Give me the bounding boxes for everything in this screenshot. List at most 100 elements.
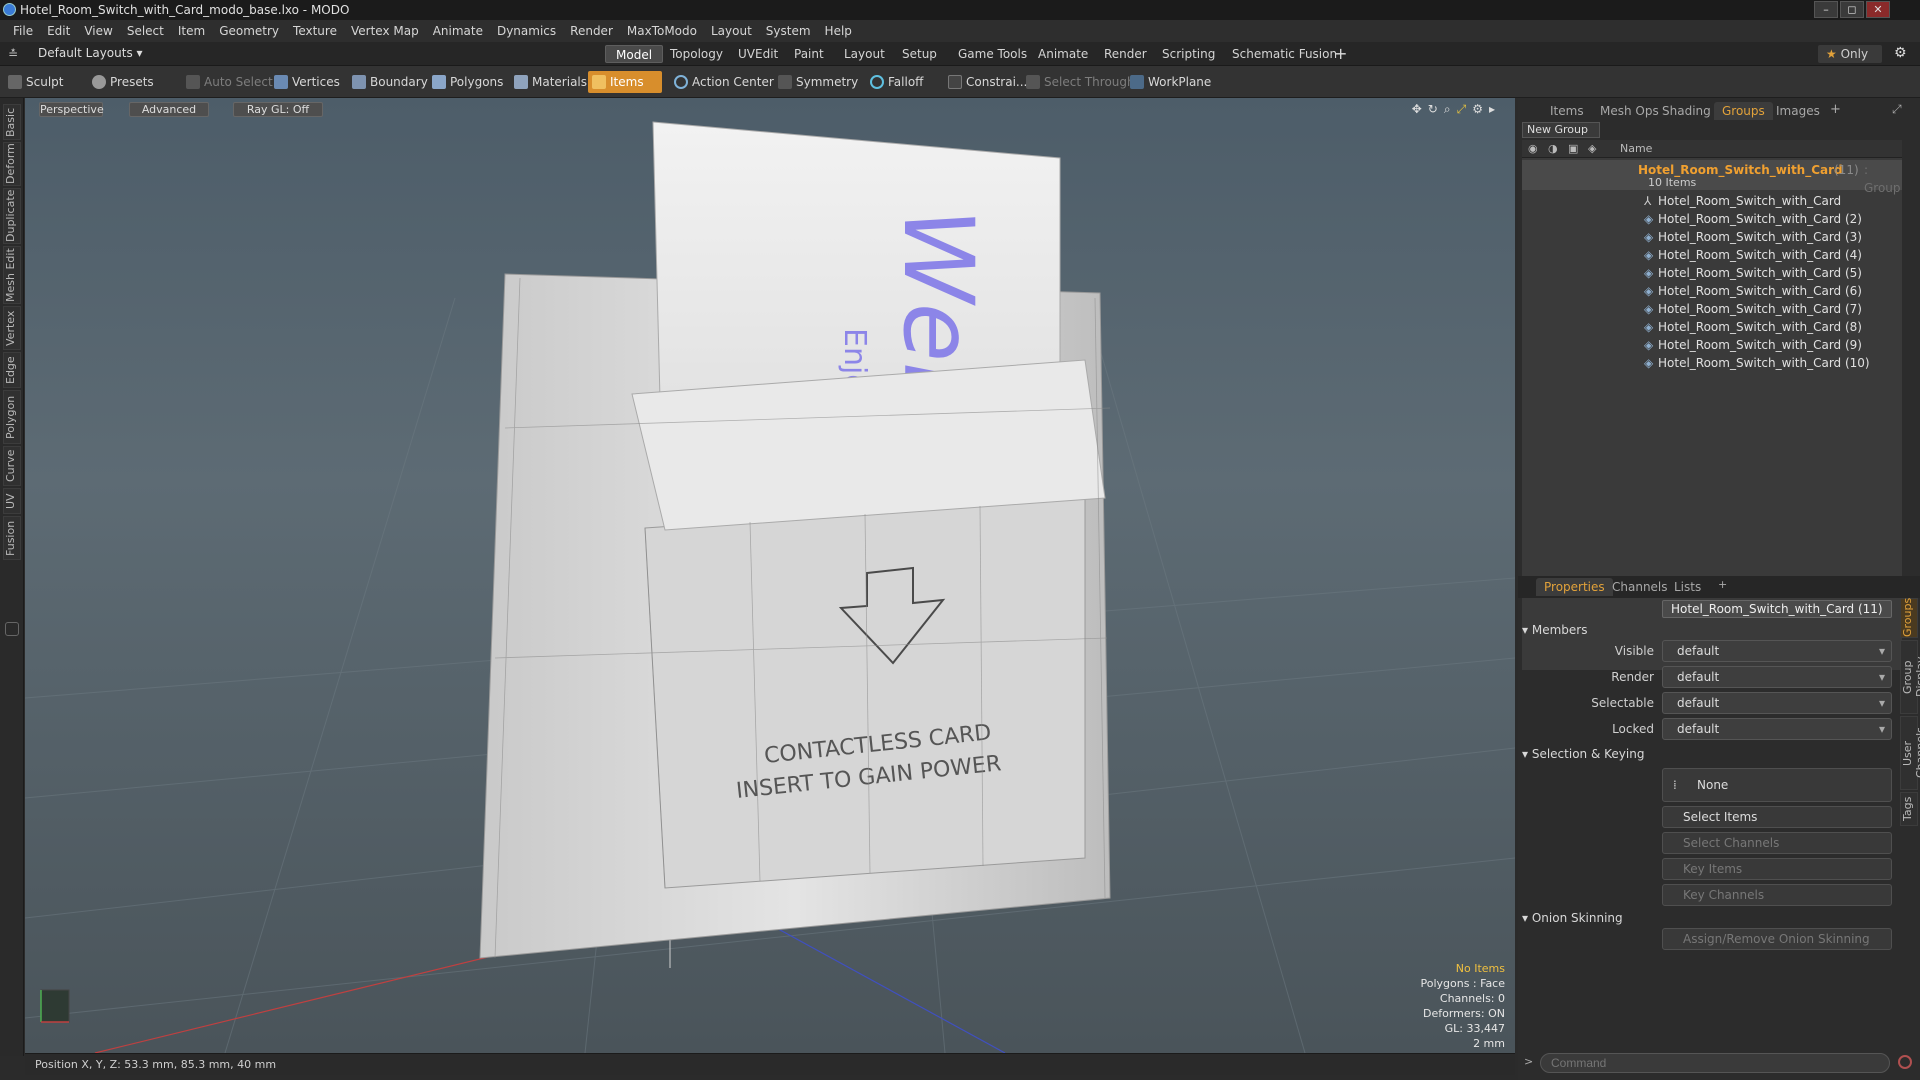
only-toggle[interactable]: ★ Only — [1818, 45, 1882, 63]
visible-dropdown[interactable]: default — [1662, 640, 1892, 662]
render-dropdown[interactable]: default — [1662, 666, 1892, 688]
falloff-button[interactable]: Falloff — [866, 71, 929, 93]
tab-properties[interactable]: Properties — [1536, 578, 1613, 596]
list-item[interactable]: ◈ Hotel_Room_Switch_with_Card (6) — [1522, 282, 1902, 300]
side-tab-group-display[interactable]: Group Display — [1900, 640, 1920, 714]
pan-icon[interactable]: ✥ — [1412, 102, 1422, 117]
menu-layout[interactable]: Layout — [704, 20, 759, 42]
expand-panel-icon[interactable]: ⤢ — [1892, 102, 1902, 117]
side-tab-tags[interactable]: Tags — [1900, 792, 1918, 826]
gear-icon[interactable]: ⚙ — [1894, 45, 1907, 61]
side-tab-groups[interactable]: Groups — [1900, 598, 1918, 638]
tab-items[interactable]: Items — [1542, 102, 1592, 120]
menu-view[interactable]: View — [77, 20, 119, 42]
tab-layout[interactable]: Layout — [834, 45, 895, 63]
add-panel-tab-icon[interactable]: + — [1830, 102, 1841, 117]
command-input[interactable] — [1540, 1053, 1890, 1073]
action-center-button[interactable]: Action Center — [670, 71, 780, 93]
3d-viewport[interactable]: Welc Enjoy you CONTACTLESS CARD INSERT T… — [25, 98, 1515, 1053]
select-items-button[interactable]: Select Items — [1662, 806, 1892, 828]
list-item[interactable]: ◈ Hotel_Room_Switch_with_Card (9) — [1522, 336, 1902, 354]
onion-skinning-section[interactable]: ▾ Onion Skinning — [1522, 911, 1623, 925]
menu-system[interactable]: System — [759, 20, 818, 42]
auto-select-button[interactable]: Auto Select — [182, 71, 279, 93]
menu-edit[interactable]: Edit — [40, 20, 77, 42]
tab-vertex[interactable]: Vertex — [3, 306, 21, 350]
tab-deform[interactable]: Deform — [3, 142, 21, 186]
none-button[interactable]: ⁞ None — [1662, 768, 1892, 802]
layout-dropdown[interactable]: Default Layouts ▾ — [38, 46, 143, 60]
tab-curve[interactable]: Curve — [3, 446, 21, 486]
list-item[interactable]: ◈ Hotel_Room_Switch_with_Card (5) — [1522, 264, 1902, 282]
add-properties-tab-icon[interactable]: + — [1718, 578, 1727, 591]
group-row[interactable]: Hotel_Room_Switch_with_Card (11) : Group… — [1522, 160, 1902, 195]
selectable-dropdown[interactable]: default — [1662, 692, 1892, 714]
maximize-button[interactable]: ◻ — [1840, 1, 1864, 18]
close-button[interactable]: ✕ — [1866, 1, 1890, 18]
key-channels-button[interactable]: Key Channels — [1662, 884, 1892, 906]
workplane-button[interactable]: WorkPlane — [1126, 71, 1217, 93]
tab-groups[interactable]: Groups — [1714, 102, 1773, 120]
tab-uv[interactable]: UV — [3, 488, 21, 514]
tab-render[interactable]: Render — [1094, 45, 1157, 63]
menu-file[interactable]: File — [6, 20, 40, 42]
tab-basic[interactable]: Basic — [3, 104, 21, 140]
minimize-button[interactable]: – — [1814, 1, 1838, 18]
menu-maxtomodo[interactable]: MaxToModo — [620, 20, 704, 42]
boundary-button[interactable]: Boundary — [348, 71, 434, 93]
members-section[interactable]: ▾ Members — [1522, 623, 1587, 637]
constraints-button[interactable]: Constrai... — [944, 71, 1033, 93]
panel-toggle-icon[interactable] — [5, 622, 19, 636]
perspective-dropdown[interactable]: Perspective — [39, 102, 104, 117]
tab-scripting[interactable]: Scripting — [1152, 45, 1225, 63]
tab-mesh-edit[interactable]: Mesh Edit — [3, 246, 21, 304]
tab-model[interactable]: Model — [605, 45, 664, 63]
list-item[interactable]: ◈ Hotel_Room_Switch_with_Card (2) — [1522, 210, 1902, 228]
select-channels-button[interactable]: Select Channels — [1662, 832, 1892, 854]
menu-render[interactable]: Render — [563, 20, 620, 42]
add-tab-icon[interactable]: + — [1334, 44, 1347, 63]
menu-texture[interactable]: Texture — [286, 20, 344, 42]
tab-shading[interactable]: Shading — [1654, 102, 1719, 120]
list-item[interactable]: ⅄ Hotel_Room_Switch_with_Card — [1522, 192, 1902, 210]
zoom-icon[interactable]: ⌕ — [1444, 102, 1451, 117]
tab-edge[interactable]: Edge — [3, 352, 21, 388]
menu-help[interactable]: Help — [818, 20, 859, 42]
viewport-menu-icon[interactable]: ▸ — [1489, 102, 1495, 117]
symmetry-button[interactable]: Symmetry — [774, 71, 864, 93]
menu-vertex-map[interactable]: Vertex Map — [344, 20, 426, 42]
layout-switch-icon[interactable]: ≛ — [8, 47, 18, 61]
locked-dropdown[interactable]: default — [1662, 718, 1892, 740]
list-item[interactable]: ◈ Hotel_Room_Switch_with_Card (3) — [1522, 228, 1902, 246]
menu-select[interactable]: Select — [120, 20, 171, 42]
new-group-button[interactable]: New Group — [1522, 122, 1600, 138]
tab-channels[interactable]: Channels — [1604, 578, 1676, 596]
list-item[interactable]: ◈ Hotel_Room_Switch_with_Card (4) — [1522, 246, 1902, 264]
rotate-icon[interactable]: ↻ — [1428, 102, 1438, 117]
menu-dynamics[interactable]: Dynamics — [490, 20, 563, 42]
items-button[interactable]: Items — [588, 71, 662, 93]
select-through-button[interactable]: Select Through — [1022, 71, 1141, 93]
tab-setup[interactable]: Setup — [892, 45, 947, 63]
key-items-button[interactable]: Key Items — [1662, 858, 1892, 880]
tab-polygon[interactable]: Polygon — [3, 390, 21, 444]
sculpt-button[interactable]: Sculpt — [4, 71, 69, 93]
tab-lists[interactable]: Lists — [1666, 578, 1709, 596]
selection-keying-section[interactable]: ▾ Selection & Keying — [1522, 747, 1644, 761]
presets-button[interactable]: Presets — [88, 71, 160, 93]
onion-skinning-button[interactable]: Assign/Remove Onion Skinning — [1662, 928, 1892, 950]
fit-icon[interactable]: ⤢ — [1457, 102, 1467, 117]
side-tab-user-channels[interactable]: User Channels — [1900, 716, 1920, 790]
raygl-toggle[interactable]: Ray GL: Off — [233, 102, 323, 117]
tab-paint[interactable]: Paint — [784, 45, 834, 63]
list-item[interactable]: ◈ Hotel_Room_Switch_with_Card (7) — [1522, 300, 1902, 318]
list-item[interactable]: ◈ Hotel_Room_Switch_with_Card (10) — [1522, 354, 1902, 372]
viewport-settings-icon[interactable]: ⚙ — [1472, 102, 1483, 117]
tab-schematic-fusion[interactable]: Schematic Fusion — [1222, 45, 1347, 63]
tab-fusion[interactable]: Fusion — [3, 516, 21, 560]
tab-uvedit[interactable]: UVEdit — [728, 45, 788, 63]
tab-images[interactable]: Images — [1768, 102, 1828, 120]
polygons-button[interactable]: Polygons — [428, 71, 509, 93]
materials-button[interactable]: Materials — [510, 71, 593, 93]
menu-item[interactable]: Item — [171, 20, 212, 42]
